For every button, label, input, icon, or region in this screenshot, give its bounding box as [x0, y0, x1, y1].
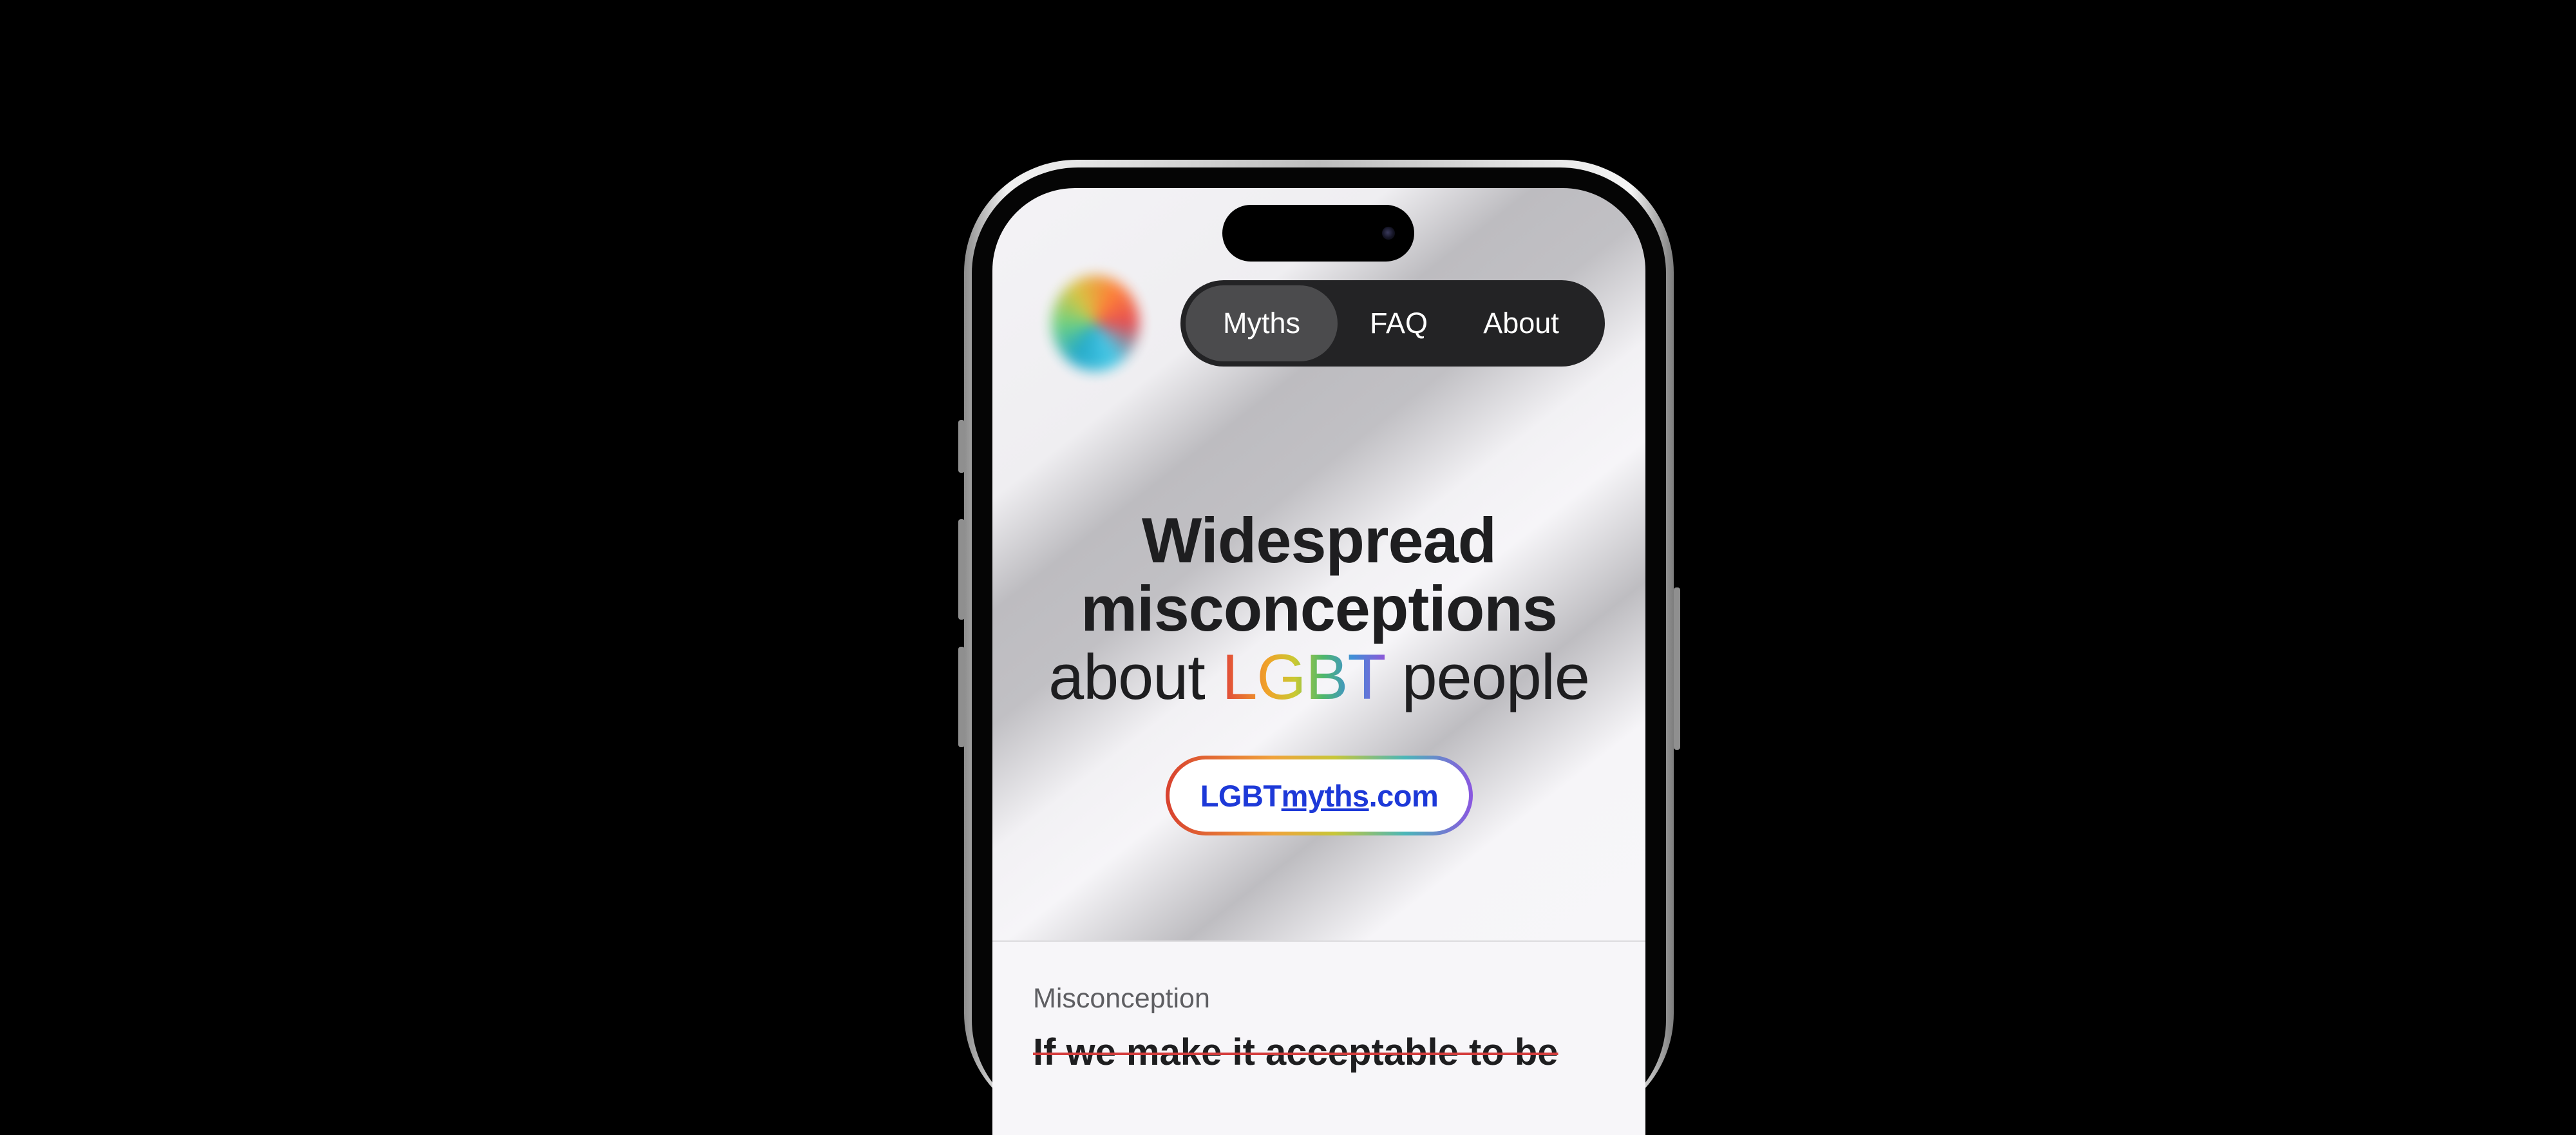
card-misconception-text: If we make it acceptable to be — [1033, 1031, 1558, 1073]
title-line-3: about LGBT people — [1048, 641, 1590, 712]
site-link-label[interactable]: LGBT myths .com — [1170, 759, 1469, 832]
page-title: Widespread misconceptions about LGBT peo… — [992, 506, 1645, 711]
volume-down-button — [958, 647, 965, 747]
title-lgbt-rainbow: LGBT — [1222, 641, 1385, 712]
site-link-part-tld: .com — [1368, 778, 1439, 813]
title-about: about — [1048, 641, 1206, 712]
title-people: people — [1401, 641, 1590, 712]
nav-about[interactable]: About — [1460, 285, 1582, 361]
site-logo[interactable] — [1052, 276, 1139, 371]
card-label: Misconception — [1033, 983, 1210, 1014]
power-button — [1674, 587, 1680, 750]
site-link-button[interactable]: LGBT myths .com — [1166, 756, 1473, 835]
nav-myths[interactable]: Myths — [1186, 285, 1338, 361]
front-camera-icon — [1382, 227, 1395, 240]
site-link-part-lgbt: LGBT — [1200, 778, 1282, 813]
action-button — [958, 420, 965, 473]
main-nav: Myths FAQ About — [1180, 280, 1605, 367]
volume-up-button — [958, 519, 965, 620]
title-line-1: Widespread — [1141, 504, 1497, 576]
nav-faq[interactable]: FAQ — [1338, 285, 1460, 361]
site-link-part-myths: myths — [1281, 778, 1369, 813]
title-line-2: misconceptions — [1081, 573, 1558, 644]
dynamic-island — [1222, 205, 1414, 262]
